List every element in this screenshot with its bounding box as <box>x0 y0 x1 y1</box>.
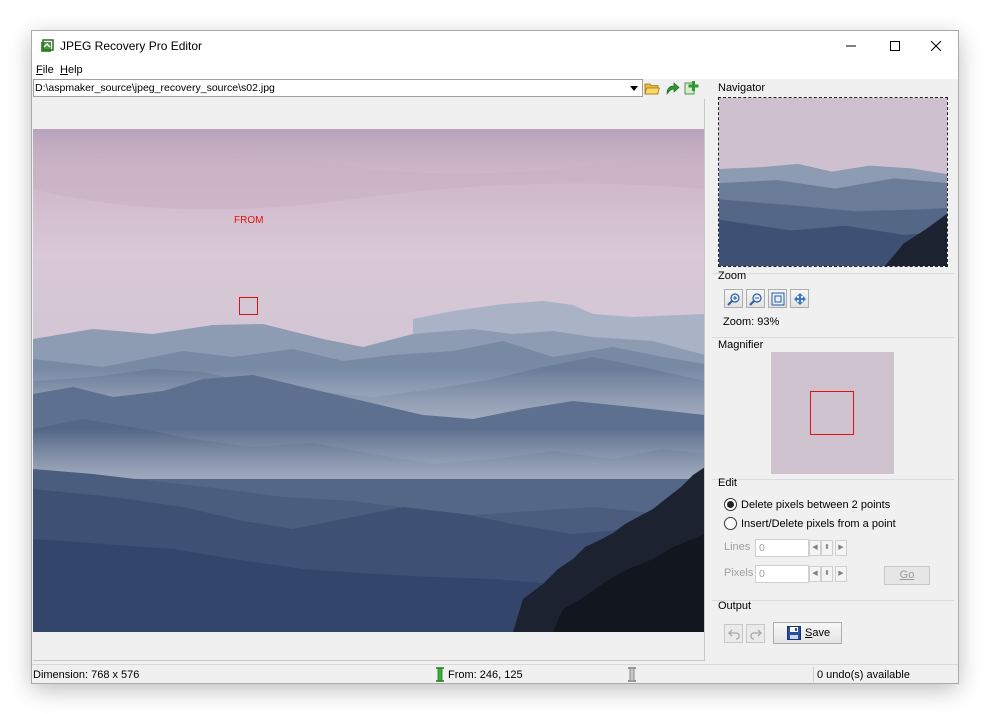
radio-selected-icon[interactable] <box>724 498 737 511</box>
window-title: JPEG Recovery Pro Editor <box>60 39 203 53</box>
navigator-title: Navigator <box>718 82 766 94</box>
status-from: From: 246, 125 <box>448 669 523 681</box>
zoom-title: Zoom <box>718 270 747 282</box>
lines-increment-button[interactable]: ▶ <box>835 540 847 556</box>
lines-decrement-button[interactable]: ◀ <box>809 540 821 556</box>
magnifier-title: Magnifier <box>718 339 764 351</box>
maximize-button[interactable] <box>873 31 917 61</box>
title-bar: JPEG Recovery Pro Editor <box>32 31 958 61</box>
edit-title: Edit <box>718 477 737 489</box>
status-bar: Dimension: 768 x 576 From: 246, 125 0 un… <box>32 664 958 683</box>
add-image-icon[interactable] <box>684 80 700 96</box>
app-window: JPEG Recovery Pro Editor File Help D:\as… <box>32 31 958 683</box>
actual-size-icon <box>793 292 806 305</box>
insert-delete-from-point-label: Insert/Delete pixels from a point <box>741 517 896 530</box>
output-title: Output <box>718 600 752 612</box>
zoom-in-icon <box>726 292 740 306</box>
maximize-icon <box>890 41 900 51</box>
chevron-down-icon[interactable] <box>630 86 638 91</box>
fit-to-window-icon <box>771 292 784 305</box>
navigator-preview-image <box>719 98 947 266</box>
from-point-icon <box>436 667 444 682</box>
go-button[interactable]: Go <box>884 566 930 585</box>
zoom-out-button[interactable] <box>746 289 765 308</box>
floppy-disk-icon <box>787 626 801 640</box>
close-button[interactable] <box>914 31 958 61</box>
zoom-out-icon <box>748 292 762 306</box>
undo-icon <box>727 629 740 640</box>
divider <box>712 479 954 480</box>
undo-button[interactable] <box>724 624 743 643</box>
status-undo: 0 undo(s) available <box>817 669 910 681</box>
zoom-level-text: Zoom: 93% <box>723 316 780 328</box>
redo-arrow-icon[interactable] <box>664 80 680 96</box>
zoom-in-button[interactable] <box>724 289 743 308</box>
navigator-thumbnail[interactable] <box>718 97 948 267</box>
save-button[interactable]: Save <box>773 622 842 644</box>
from-marker-box[interactable] <box>239 297 258 315</box>
insert-delete-from-point-radio[interactable]: Insert/Delete pixels from a point <box>724 517 896 530</box>
save-button-label: Save <box>805 627 831 639</box>
lines-label: Lines <box>724 541 751 553</box>
redo-icon <box>749 629 762 640</box>
delete-between-points-label: Delete pixels between 2 points <box>741 498 891 511</box>
lines-spin-button[interactable]: ⬍ <box>821 540 833 556</box>
pixels-spin-button[interactable]: ⬍ <box>821 566 833 582</box>
from-marker-label: FROM <box>234 215 264 226</box>
to-point-icon <box>628 667 636 682</box>
pixels-input[interactable]: 0 <box>755 565 809 583</box>
divider <box>712 337 954 338</box>
menu-help[interactable]: Help <box>60 64 83 76</box>
menu-bar: File Help <box>32 61 958 79</box>
pixels-increment-button[interactable]: ▶ <box>835 566 847 582</box>
app-icon <box>41 39 54 52</box>
file-path-text: D:\aspmaker_source\jpeg_recovery_source\… <box>35 82 275 94</box>
pixels-decrement-button[interactable]: ◀ <box>809 566 821 582</box>
file-path-combo[interactable]: D:\aspmaker_source\jpeg_recovery_source\… <box>33 79 643 97</box>
divider <box>712 273 954 274</box>
close-icon <box>931 41 941 51</box>
photo-image[interactable] <box>33 129 705 632</box>
pixels-label: Pixels <box>724 567 754 579</box>
status-dimension: Dimension: 768 x 576 <box>33 669 140 681</box>
minimize-icon <box>846 45 856 47</box>
magnifier-view <box>771 352 894 474</box>
menu-file[interactable]: File <box>36 64 54 76</box>
radio-unselected-icon[interactable] <box>724 517 737 530</box>
delete-between-points-radio[interactable]: Delete pixels between 2 points <box>724 498 890 511</box>
lines-input[interactable]: 0 <box>755 539 809 557</box>
magnifier-marker-box <box>810 391 854 435</box>
open-folder-icon[interactable] <box>644 80 660 96</box>
zoom-fit-button[interactable] <box>768 289 787 308</box>
redo-button[interactable] <box>746 624 765 643</box>
image-canvas[interactable]: FROM <box>33 99 705 661</box>
status-separator <box>813 667 814 682</box>
minimize-button[interactable] <box>829 31 873 61</box>
zoom-actual-size-button[interactable] <box>790 289 809 308</box>
